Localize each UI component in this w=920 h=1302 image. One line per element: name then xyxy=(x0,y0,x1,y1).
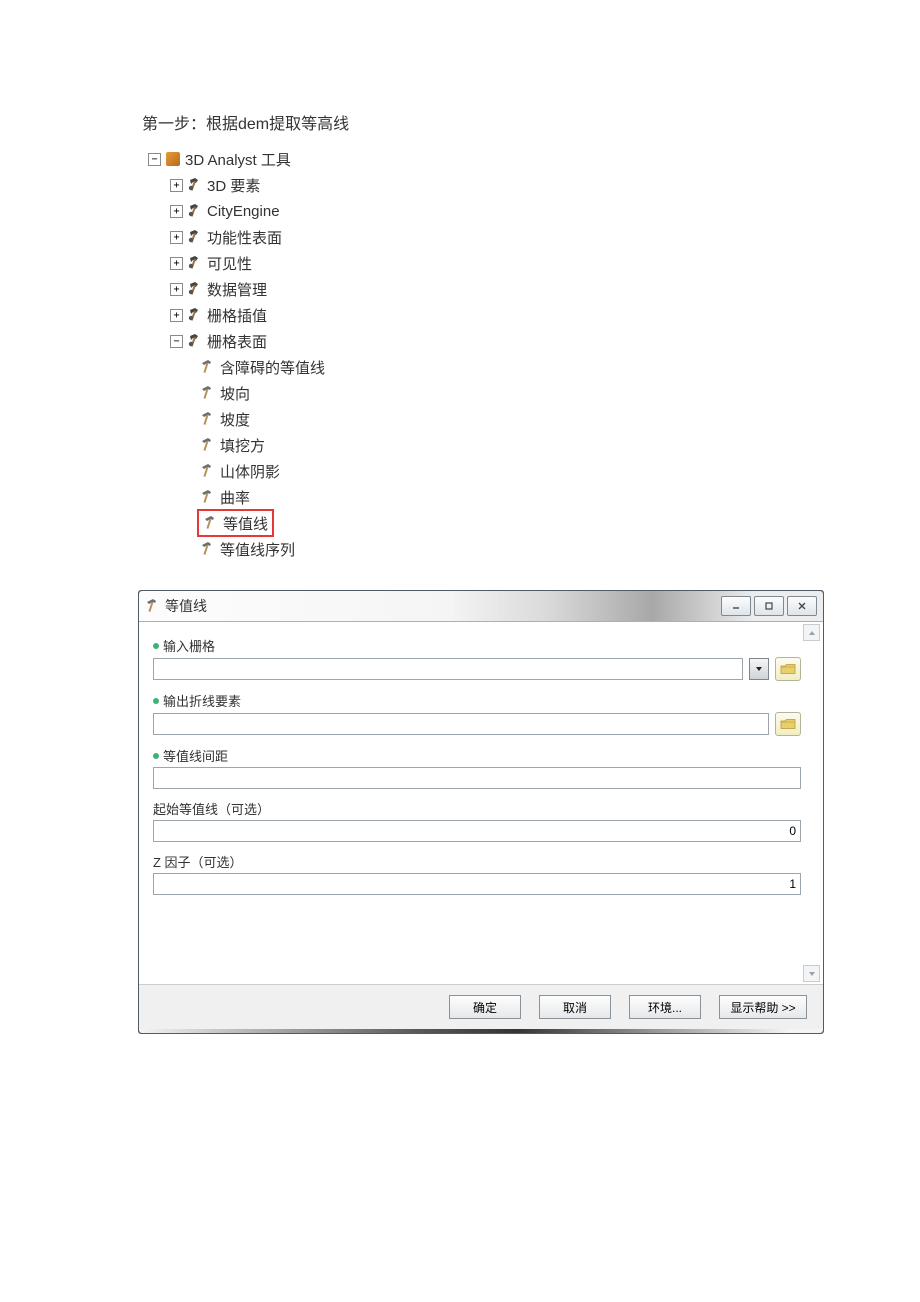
tool-item[interactable]: 坡向 xyxy=(200,380,780,406)
expander-icon[interactable]: + xyxy=(170,257,183,270)
toolset-icon xyxy=(187,203,203,219)
toolset-icon xyxy=(187,229,203,245)
toolset-icon xyxy=(187,255,203,271)
tool-label: 曲率 xyxy=(220,487,250,508)
ok-button[interactable]: 确定 xyxy=(449,995,521,1019)
tool-item[interactable]: 等值线序列 xyxy=(200,536,780,562)
scroll-down-button[interactable] xyxy=(803,965,820,982)
toolset-icon xyxy=(187,307,203,323)
tree-node[interactable]: + CityEngine xyxy=(170,198,780,224)
tool-item[interactable]: 含障碍的等值线 xyxy=(200,354,780,380)
dialog-title: 等值线 xyxy=(165,596,721,616)
maximize-button[interactable] xyxy=(754,596,784,616)
tree-label: 可见性 xyxy=(207,253,252,274)
hammer-icon xyxy=(200,463,216,479)
expander-icon[interactable]: + xyxy=(170,283,183,296)
tree-node-root[interactable]: − 3D Analyst 工具 xyxy=(148,146,780,172)
tool-label: 坡向 xyxy=(220,383,250,404)
hammer-icon xyxy=(203,515,219,531)
expander-icon[interactable]: + xyxy=(170,231,183,244)
tree-node[interactable]: + 可见性 xyxy=(170,250,780,276)
tree-label: 功能性表面 xyxy=(207,227,282,248)
hammer-icon xyxy=(200,489,216,505)
browse-button[interactable] xyxy=(775,657,801,681)
tree-node[interactable]: + 数据管理 xyxy=(170,276,780,302)
dropdown-button[interactable] xyxy=(749,658,769,680)
contour-dialog: 等值线 输入栅格 xyxy=(138,590,824,1034)
toolbox-icon xyxy=(165,151,181,167)
expander-icon[interactable]: + xyxy=(170,309,183,322)
tool-label: 山体阴影 xyxy=(220,461,280,482)
tool-item[interactable]: 山体阴影 xyxy=(200,458,780,484)
minimize-button[interactable] xyxy=(721,596,751,616)
cancel-button[interactable]: 取消 xyxy=(539,995,611,1019)
tree-label: 栅格表面 xyxy=(207,331,267,352)
tool-item[interactable]: 曲率 xyxy=(200,484,780,510)
hammer-icon xyxy=(200,385,216,401)
field-label-input-raster: 输入栅格 xyxy=(153,636,801,655)
tree-label: CityEngine xyxy=(207,203,280,220)
field-label-output-polyline: 输出折线要素 xyxy=(153,691,801,710)
tool-label: 坡度 xyxy=(220,409,250,430)
tool-item-contour[interactable]: 等值线 xyxy=(200,510,780,536)
tool-label: 等值线 xyxy=(223,513,268,534)
interval-field[interactable] xyxy=(153,767,801,789)
hammer-icon xyxy=(200,437,216,453)
toolset-icon xyxy=(187,281,203,297)
step-heading: 第一步：根据dem提取等高线 xyxy=(142,110,780,134)
scroll-up-button[interactable] xyxy=(803,624,820,641)
tree-node-raster-surface[interactable]: − 栅格表面 xyxy=(170,328,780,354)
toolset-icon xyxy=(187,177,203,193)
close-button[interactable] xyxy=(787,596,817,616)
tool-label: 等值线序列 xyxy=(220,539,295,560)
browse-button[interactable] xyxy=(775,712,801,736)
dialog-footer: 确定 取消 环境... 显示帮助 >> xyxy=(139,984,823,1029)
titlebar[interactable]: 等值线 xyxy=(139,591,823,622)
required-icon xyxy=(153,753,159,759)
hammer-icon xyxy=(200,411,216,427)
tree-label: 3D 要素 xyxy=(207,175,260,196)
toolbox-tree: − 3D Analyst 工具 + 3D 要素 + CityEngine + 功… xyxy=(148,146,780,562)
tree-node[interactable]: + 3D 要素 xyxy=(170,172,780,198)
highlight-annotation: 等值线 xyxy=(197,509,274,537)
toolset-icon xyxy=(187,333,203,349)
environments-button[interactable]: 环境... xyxy=(629,995,701,1019)
expander-icon[interactable]: − xyxy=(170,335,183,348)
tree-node[interactable]: + 栅格插值 xyxy=(170,302,780,328)
tool-item[interactable]: 填挖方 xyxy=(200,432,780,458)
tree-label: 数据管理 xyxy=(207,279,267,300)
expander-icon[interactable]: + xyxy=(170,205,183,218)
dialog-shadow xyxy=(139,1029,823,1033)
expander-icon[interactable]: + xyxy=(170,179,183,192)
field-label-interval: 等值线间距 xyxy=(153,746,801,765)
z-factor-field[interactable] xyxy=(153,873,801,895)
tool-item[interactable]: 坡度 xyxy=(200,406,780,432)
tool-label: 含障碍的等值线 xyxy=(220,357,325,378)
field-label-zfactor: Z 因子（可选） xyxy=(153,852,801,871)
expander-icon[interactable]: − xyxy=(148,153,161,166)
hammer-icon xyxy=(200,541,216,557)
required-icon xyxy=(153,643,159,649)
hammer-icon xyxy=(145,598,161,614)
dialog-body: 输入栅格 输出折线要素 xyxy=(139,622,823,984)
field-label-base: 起始等值线（可选） xyxy=(153,799,801,818)
tool-label: 填挖方 xyxy=(220,435,265,456)
required-icon xyxy=(153,698,159,704)
base-contour-field[interactable] xyxy=(153,820,801,842)
show-help-button[interactable]: 显示帮助 >> xyxy=(719,995,807,1019)
input-raster-field[interactable] xyxy=(153,658,743,680)
output-polyline-field[interactable] xyxy=(153,713,769,735)
tree-node[interactable]: + 功能性表面 xyxy=(170,224,780,250)
tree-label: 栅格插值 xyxy=(207,305,267,326)
hammer-icon xyxy=(200,359,216,375)
tree-label: 3D Analyst 工具 xyxy=(185,149,291,170)
